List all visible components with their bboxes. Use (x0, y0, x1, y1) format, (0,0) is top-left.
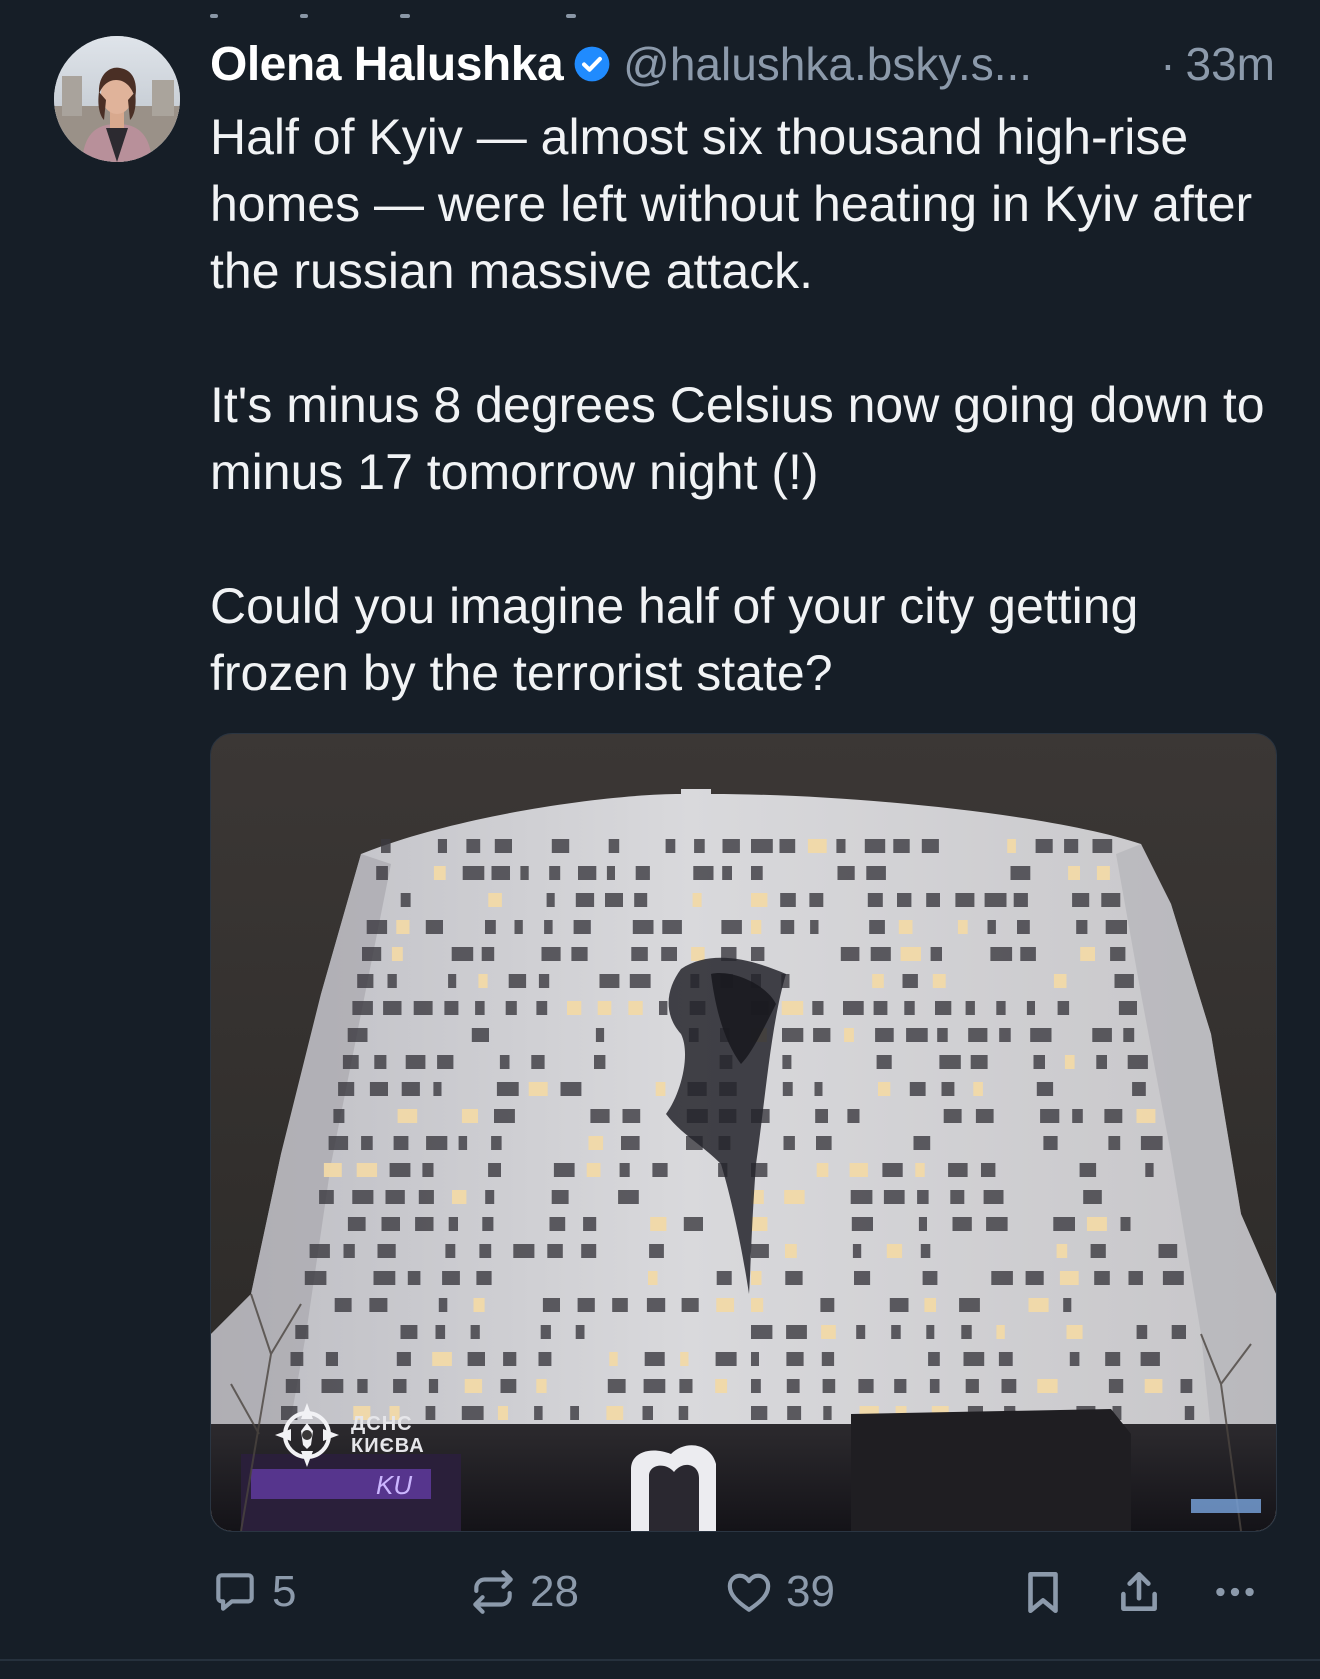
post-paragraph: Half of Kyiv — almost six thousand high-… (210, 109, 1253, 299)
like-count: 39 (786, 1567, 835, 1616)
post-actions: 5 28 39 (210, 1562, 1285, 1622)
bookmark-icon (1028, 1572, 1058, 1614)
header-separator: · (1160, 38, 1176, 90)
more-icon (1216, 1587, 1254, 1597)
repost-count: 28 (530, 1567, 579, 1616)
post-header: Olena Halushka @halushka.bsky.s... · 33m (210, 34, 1275, 94)
more-options-button[interactable] (1210, 1562, 1260, 1622)
author-handle[interactable]: @halushka.bsky.s... (623, 37, 1148, 91)
post-paragraph: Could you imagine half of your city gett… (210, 578, 1139, 701)
post-text: Half of Kyiv — almost six thousand high-… (210, 104, 1285, 707)
share-icon (1121, 1572, 1157, 1611)
watermark-line1: ДСНС (351, 1413, 413, 1435)
repost-button[interactable]: 28 (468, 1562, 579, 1622)
dsns-emblem-icon (275, 1403, 339, 1467)
post-timestamp[interactable]: 33m (1186, 37, 1275, 91)
heart-icon (727, 1573, 771, 1612)
reply-icon (216, 1573, 254, 1611)
image-watermark: ДСНС КИЄВА (271, 1399, 425, 1471)
reply-count: 5 (272, 1567, 297, 1616)
post-paragraph: It's minus 8 degrees Celsius now going d… (210, 377, 1265, 500)
like-button[interactable]: 39 (724, 1562, 835, 1622)
avatar[interactable] (54, 36, 180, 162)
post-divider (0, 1659, 1320, 1661)
verified-badge-icon[interactable] (573, 45, 611, 83)
storefront-sign: KU (376, 1470, 412, 1500)
previous-post-fragment (210, 0, 630, 20)
bookmark-button[interactable] (1018, 1562, 1068, 1622)
post-image[interactable]: KU ДСНС КИЄВА (210, 733, 1277, 1532)
author-name[interactable]: Olena Halushka (210, 37, 564, 92)
reply-button[interactable]: 5 (210, 1562, 296, 1622)
repost-icon (473, 1570, 513, 1614)
share-button[interactable] (1114, 1562, 1164, 1622)
avatar-photo (54, 36, 180, 162)
watermark-line2: КИЄВА (351, 1435, 425, 1457)
